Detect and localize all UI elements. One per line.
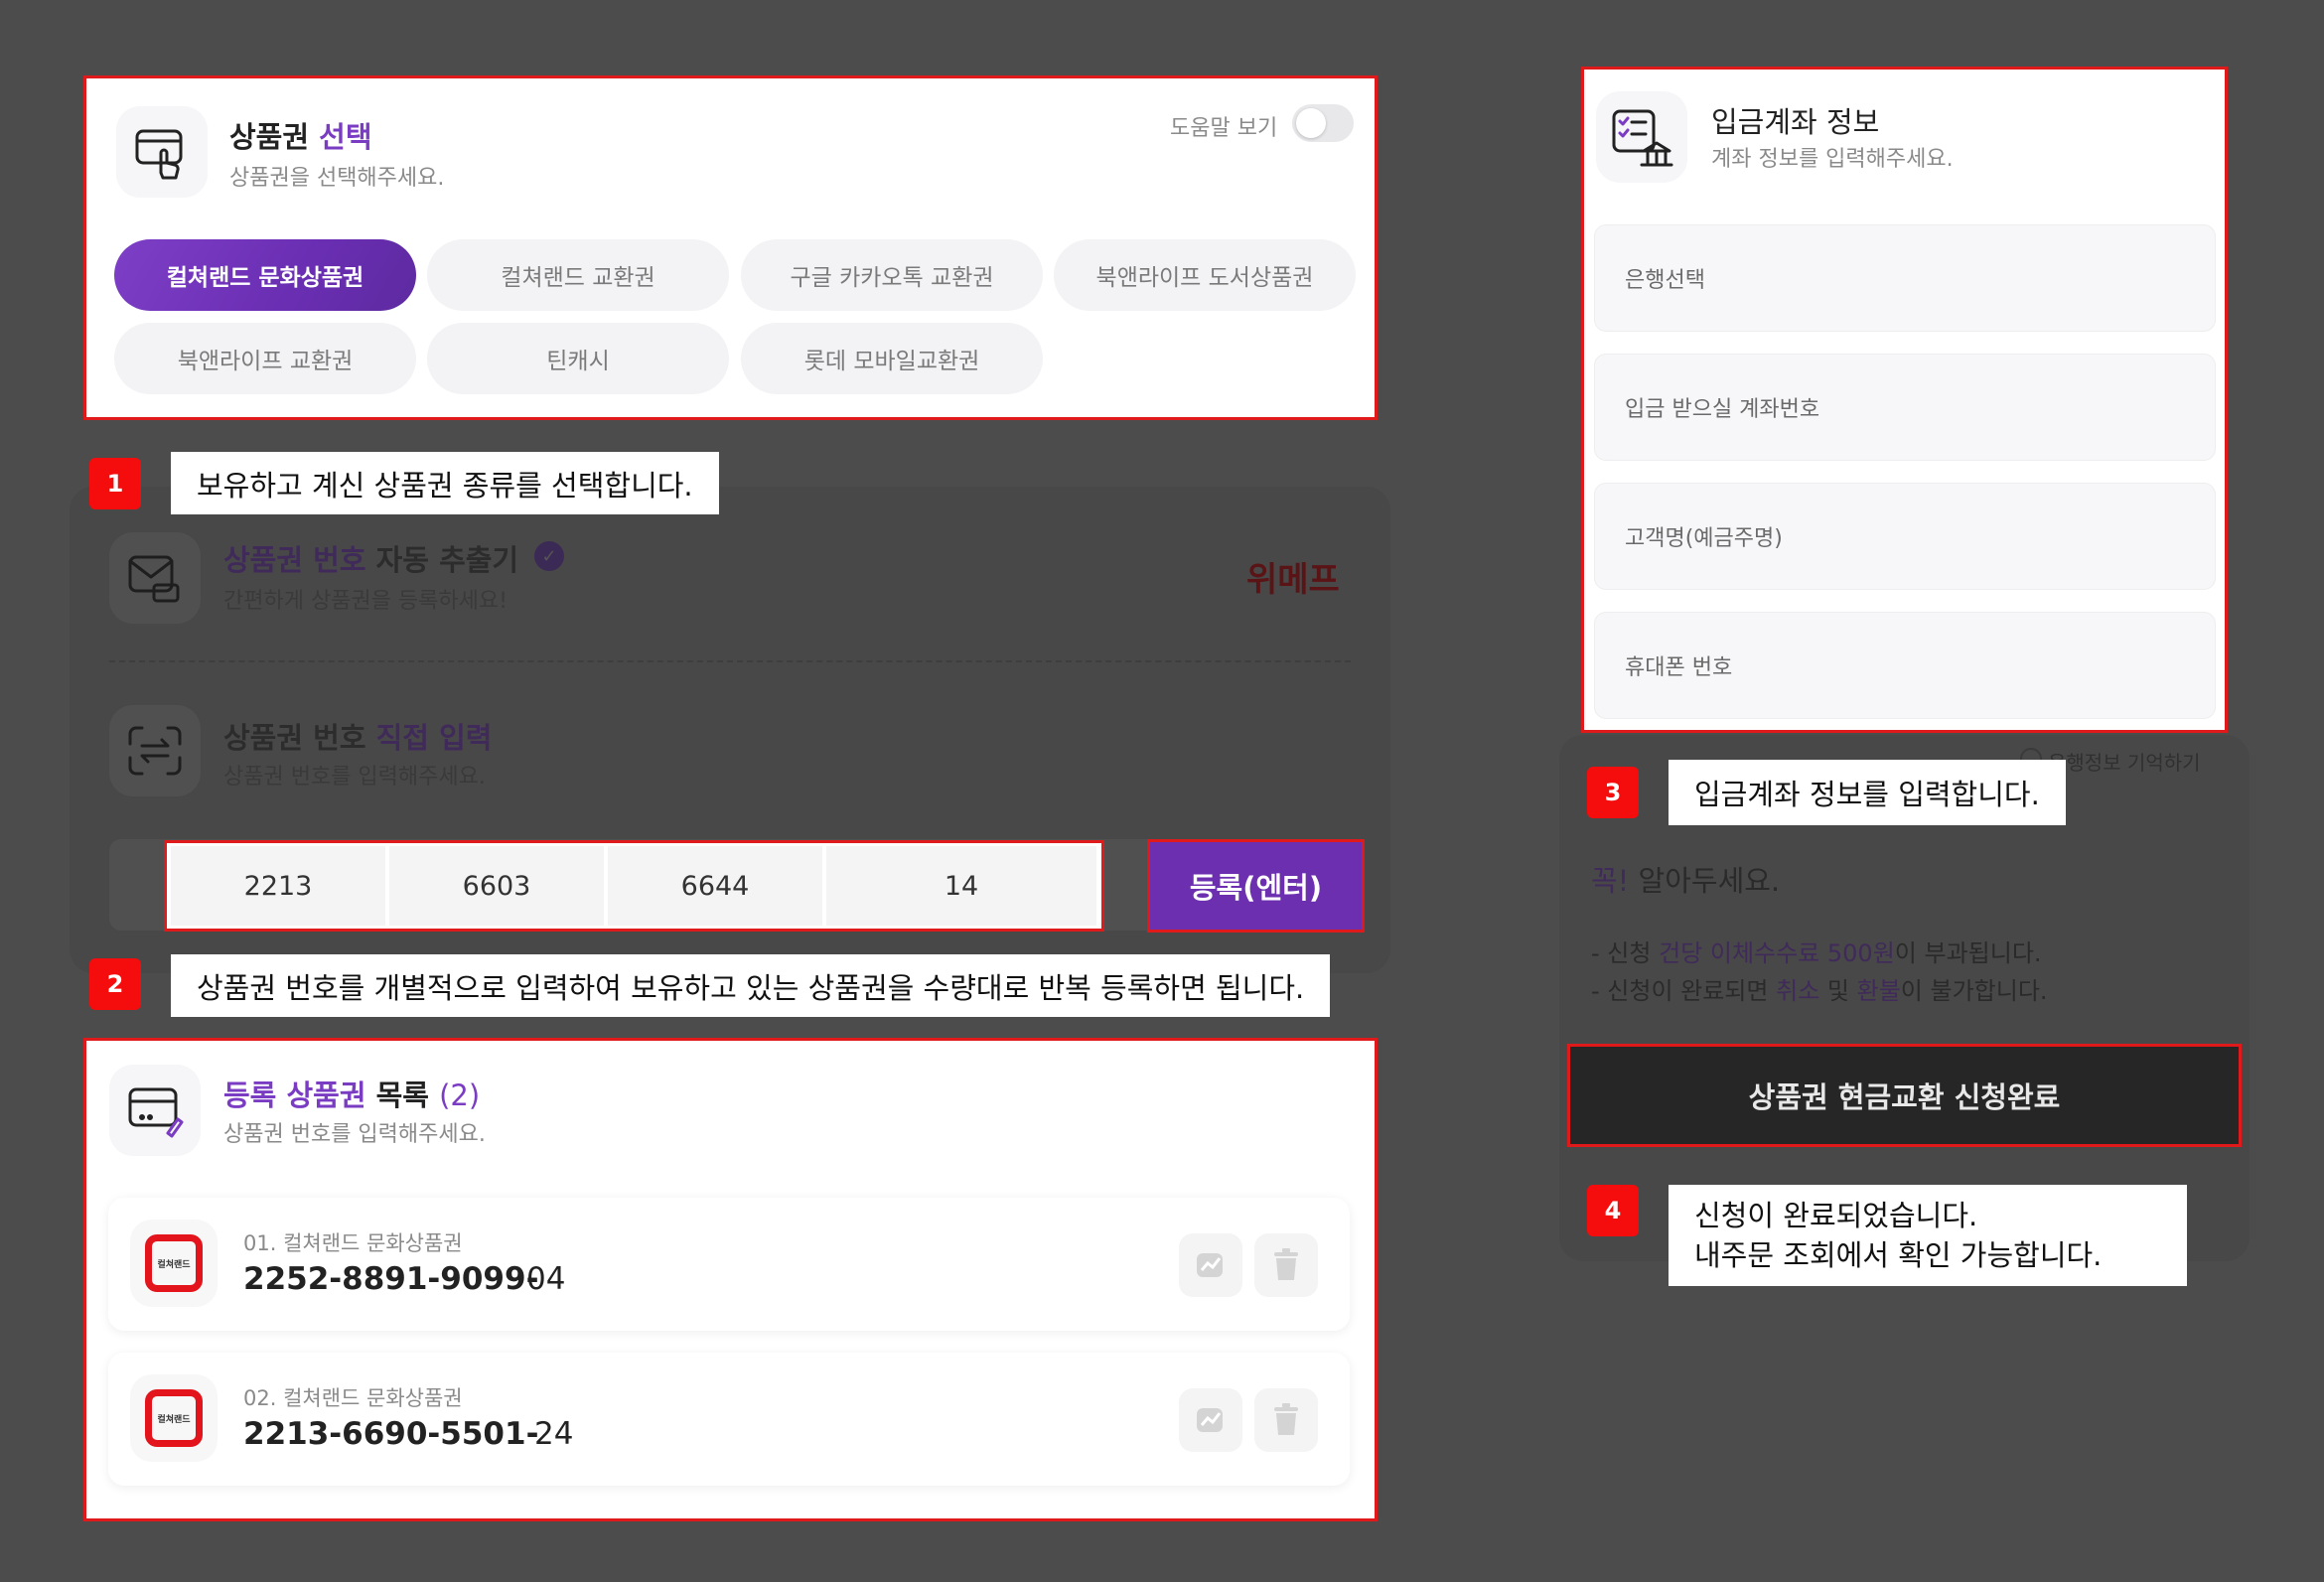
step-note-4-line1: 신청이 완료되었습니다. [1694, 1199, 1978, 1232]
verified-check-icon: ✓ [534, 541, 564, 571]
step-note-4: 신청이 완료되었습니다. 내주문 조회에서 확인 가능합니다. [1669, 1185, 2187, 1286]
section-divider [109, 660, 1351, 662]
step-badge-4: 4 [1587, 1185, 1639, 1236]
highlight-submit-button [1567, 1044, 2242, 1147]
step-note-3: 입금계좌 정보를 입력합니다. [1669, 760, 2066, 825]
highlight-account-info [1581, 67, 2228, 733]
wemakeprice-logo[interactable]: 위메프 [1246, 552, 1340, 601]
highlight-code-inputs [164, 840, 1104, 932]
notice-title: 꼭! 알아두세요. [1591, 864, 1781, 898]
remember-bank-label: 은행정보 기억하기 [2048, 751, 2201, 775]
mail-extract-icon [109, 532, 201, 624]
direct-input-title: 상품권 번호 직접 입력 [223, 721, 493, 755]
notice-refund-line: - 신청이 완료되면 취소 및 환불이 불가합니다. [1591, 977, 2048, 1005]
auto-extract-title: 상품권 번호 자동 추출기 [223, 543, 519, 577]
direct-input-subtitle: 상품권 번호를 입력해주세요. [223, 765, 486, 790]
highlight-voucher-select [83, 75, 1378, 420]
highlight-registered-list [83, 1038, 1378, 1521]
step-badge-3: 3 [1587, 767, 1639, 818]
step-note-4-line2: 내주문 조회에서 확인 가능합니다. [1694, 1238, 2103, 1272]
step-note-1: 보유하고 계신 상품권 종류를 선택합니다. [171, 452, 719, 514]
step-badge-2: 2 [89, 958, 141, 1010]
highlight-register-button [1147, 839, 1365, 933]
step-badge-1: 1 [89, 458, 141, 509]
auto-extract-subtitle: 간편하게 상품권을 등록하세요! [223, 589, 508, 614]
step-note-2: 상품권 번호를 개별적으로 입력하여 보유하고 있는 상품권을 수량대로 반복 … [171, 954, 1331, 1017]
swap-arrows-icon [109, 705, 201, 796]
notice-fee-line: - 신청 건당 이체수수료 500원이 부과됩니다. [1591, 939, 2042, 967]
